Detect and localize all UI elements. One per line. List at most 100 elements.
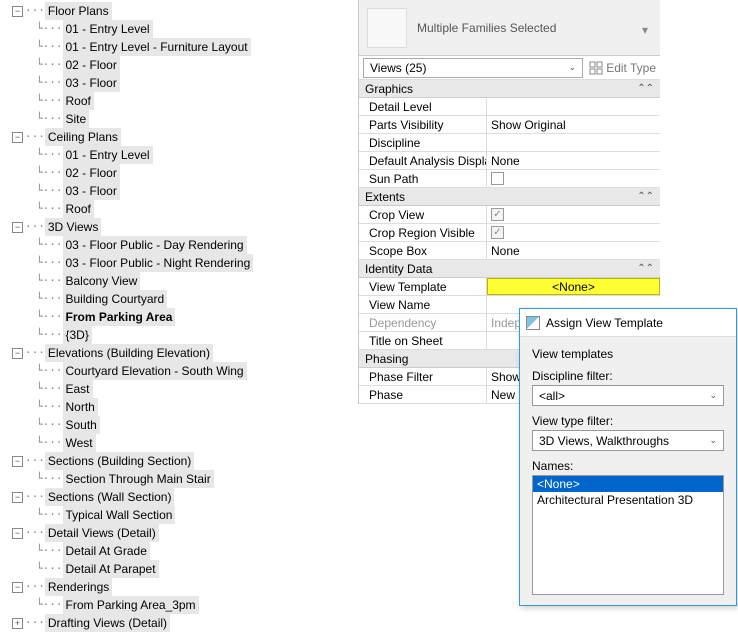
- type-selector[interactable]: Views (25) ⌄: [363, 58, 583, 78]
- prop-name: Parts Visibility: [359, 116, 487, 133]
- prop-name: View Template: [359, 278, 487, 295]
- project-browser-tree[interactable]: − ··· Floor Plans └···01 - Entry Level └…: [0, 0, 350, 632]
- collapse-icon[interactable]: −: [12, 6, 23, 17]
- prop-value-parts-visibility[interactable]: Show Original: [487, 116, 660, 133]
- tree-item[interactable]: 01 - Entry Level: [63, 20, 153, 38]
- checkbox-checked-icon[interactable]: ✓: [491, 226, 504, 239]
- view-type-filter-label: View type filter:: [532, 414, 724, 428]
- tree-item[interactable]: 03 - Floor Public - Night Rendering: [63, 254, 254, 272]
- dialog-titlebar[interactable]: Assign View Template: [520, 309, 736, 337]
- view-type-filter-select[interactable]: 3D Views, Walkthroughs ⌄: [532, 430, 724, 451]
- prop-name: Crop View: [359, 206, 487, 223]
- prop-value-scope-box[interactable]: None: [487, 242, 660, 259]
- list-item[interactable]: Architectural Presentation 3D: [533, 492, 723, 508]
- tree-item[interactable]: Courtyard Elevation - South Wing: [63, 362, 247, 380]
- collapse-icon[interactable]: −: [12, 528, 23, 539]
- tree-item[interactable]: Detail At Parapet: [63, 560, 159, 578]
- collapse-chevron-icon: ⌃⌃: [637, 263, 654, 274]
- prop-name: Title on Sheet: [359, 332, 487, 349]
- prop-name: Dependency: [359, 314, 487, 331]
- discipline-filter-select[interactable]: <all> ⌄: [532, 385, 724, 406]
- prop-name: Phase Filter: [359, 368, 487, 385]
- category-extents[interactable]: Extents⌃⌃: [359, 188, 660, 206]
- category-identity-data[interactable]: Identity Data⌃⌃: [359, 260, 660, 278]
- expand-icon[interactable]: +: [12, 618, 23, 629]
- tree-item[interactable]: 01 - Entry Level: [63, 146, 153, 164]
- dialog-icon: [526, 316, 540, 330]
- collapse-icon[interactable]: −: [12, 132, 23, 143]
- prop-name: Detail Level: [359, 98, 487, 115]
- collapse-icon[interactable]: −: [12, 492, 23, 503]
- tree-item[interactable]: 02 - Floor: [63, 164, 120, 182]
- prop-value-detail-level[interactable]: [487, 98, 660, 115]
- collapse-icon[interactable]: −: [12, 582, 23, 593]
- tree-item[interactable]: South: [63, 416, 100, 434]
- tree-item[interactable]: 01 - Entry Level - Furniture Layout: [63, 38, 251, 56]
- chevron-down-icon: ⌄: [569, 62, 577, 73]
- prop-value-view-template[interactable]: <None>: [487, 278, 660, 295]
- checkbox-icon[interactable]: [491, 172, 504, 185]
- tree-item[interactable]: 03 - Floor Public - Day Rendering: [63, 236, 247, 254]
- tree-cat-sections-wall[interactable]: Sections (Wall Section): [45, 488, 175, 506]
- dialog-title: Assign View Template: [546, 316, 663, 330]
- checkbox-checked-icon[interactable]: ✓: [491, 208, 504, 221]
- tree-cat-drafting-views[interactable]: Drafting Views (Detail): [45, 614, 170, 632]
- prop-name: Crop Region Visible: [359, 224, 487, 241]
- type-selector-label: Views (25): [370, 61, 426, 75]
- tree-item[interactable]: East: [63, 380, 93, 398]
- tree-item[interactable]: Roof: [63, 92, 94, 110]
- tree-item[interactable]: 02 - Floor: [63, 56, 120, 74]
- tree-cat-detail-views[interactable]: Detail Views (Detail): [45, 524, 159, 542]
- prop-name: Sun Path: [359, 170, 487, 187]
- tree-item[interactable]: Site: [63, 110, 90, 128]
- tree-item-active[interactable]: From Parking Area: [63, 308, 176, 326]
- tree-cat-renderings[interactable]: Renderings: [45, 578, 112, 596]
- tree-cat-floor-plans[interactable]: Floor Plans: [45, 2, 112, 20]
- view-templates-group-label: View templates: [532, 347, 724, 361]
- discipline-filter-label: Discipline filter:: [532, 369, 724, 383]
- tree-item[interactable]: Balcony View: [63, 272, 141, 290]
- tree-item[interactable]: West: [63, 434, 96, 452]
- chevron-down-icon: ▾: [642, 23, 652, 33]
- collapse-icon[interactable]: −: [12, 348, 23, 359]
- assign-view-template-dialog: Assign View Template View templates Disc…: [519, 308, 737, 606]
- collapse-chevron-icon: ⌃⌃: [637, 83, 654, 94]
- prop-value-crop-view[interactable]: ✓: [487, 206, 660, 223]
- prop-name: View Name: [359, 296, 487, 313]
- type-thumbnail-icon: [367, 8, 407, 48]
- collapse-icon[interactable]: −: [12, 456, 23, 467]
- prop-value-sun-path[interactable]: [487, 170, 660, 187]
- prop-value-crop-region[interactable]: ✓: [487, 224, 660, 241]
- prop-name: Default Analysis Display St...: [359, 152, 487, 169]
- tree-cat-ceiling-plans[interactable]: Ceiling Plans: [45, 128, 121, 146]
- prop-value-discipline[interactable]: [487, 134, 660, 151]
- edit-type-icon: [589, 61, 603, 75]
- collapse-icon[interactable]: −: [12, 222, 23, 233]
- chevron-down-icon: ⌄: [709, 435, 717, 446]
- family-selector-label: Multiple Families Selected: [417, 21, 556, 35]
- category-graphics[interactable]: Graphics⌃⌃: [359, 80, 660, 98]
- tree-item[interactable]: 03 - Floor: [63, 182, 120, 200]
- tree-item[interactable]: From Parking Area_3pm: [63, 596, 199, 614]
- prop-value-analysis-display[interactable]: None: [487, 152, 660, 169]
- collapse-chevron-icon: ⌃⌃: [637, 191, 654, 202]
- tree-item[interactable]: Section Through Main Stair: [63, 470, 214, 488]
- prop-name: Phase: [359, 386, 487, 403]
- list-item[interactable]: <None>: [533, 476, 723, 492]
- chevron-down-icon: ⌄: [709, 390, 717, 401]
- tree-cat-sections-building[interactable]: Sections (Building Section): [45, 452, 194, 470]
- edit-type-button[interactable]: Edit Type: [589, 61, 656, 75]
- tree-item[interactable]: North: [63, 398, 98, 416]
- tree-item[interactable]: Detail At Grade: [63, 542, 150, 560]
- tree-item[interactable]: Typical Wall Section: [63, 506, 176, 524]
- names-list[interactable]: <None> Architectural Presentation 3D: [532, 475, 724, 595]
- names-label: Names:: [532, 459, 724, 473]
- tree-item[interactable]: Building Courtyard: [63, 290, 168, 308]
- tree-cat-elevations[interactable]: Elevations (Building Elevation): [45, 344, 213, 362]
- prop-name: Discipline: [359, 134, 487, 151]
- tree-item[interactable]: {3D}: [63, 326, 92, 344]
- tree-item[interactable]: 03 - Floor: [63, 74, 120, 92]
- tree-item[interactable]: Roof: [63, 200, 94, 218]
- tree-cat-3d-views[interactable]: 3D Views: [45, 218, 101, 236]
- properties-header[interactable]: Multiple Families Selected ▾: [359, 0, 660, 56]
